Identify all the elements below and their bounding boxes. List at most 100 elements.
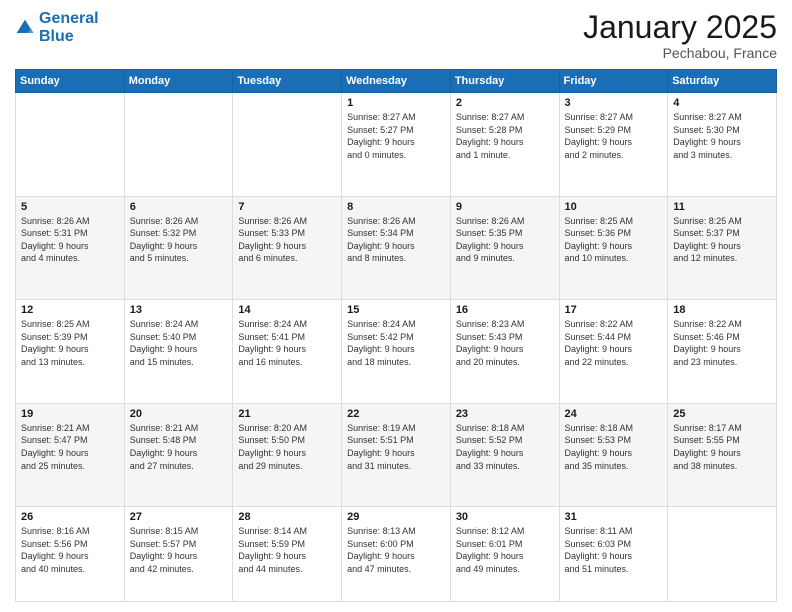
col-monday: Monday <box>124 70 233 93</box>
calendar-header-row: Sunday Monday Tuesday Wednesday Thursday… <box>16 70 777 93</box>
day-number: 26 <box>21 511 119 523</box>
day-cell: 2Sunrise: 8:27 AMSunset: 5:28 PMDaylight… <box>450 93 559 197</box>
day-number: 27 <box>130 511 228 523</box>
day-info: Sunrise: 8:11 AMSunset: 6:03 PMDaylight:… <box>565 525 663 575</box>
day-cell: 24 Sunrise: 8:18 AMSunset: 5:53 PMDayligh… <box>559 403 668 507</box>
day-cell: 28 Sunrise: 8:14 AMSunset: 5:59 PMDayligh… <box>233 507 342 602</box>
day-number: 17 <box>565 304 663 316</box>
day-number: 25 <box>673 408 771 420</box>
col-tuesday: Tuesday <box>233 70 342 93</box>
logo-blue: Blue <box>39 28 99 46</box>
day-number: 28 <box>238 511 336 523</box>
day-cell <box>668 507 777 602</box>
day-info: Sunrise: 8:20 AMSunset: 5:50 PMDaylight:… <box>238 422 336 472</box>
day-number: 19 <box>21 408 119 420</box>
day-number: 12 <box>21 304 119 316</box>
logo: General Blue <box>15 10 99 45</box>
day-info: Sunrise: 8:23 AMSunset: 5:43 PMDaylight:… <box>456 318 554 368</box>
day-info: Sunrise: 8:27 AMSunset: 5:27 PMDaylight:… <box>347 111 445 161</box>
col-wednesday: Wednesday <box>342 70 451 93</box>
day-info: Sunrise: 8:13 AMSunset: 6:00 PMDaylight:… <box>347 525 445 575</box>
day-info: Sunrise: 8:14 AMSunset: 5:59 PMDaylight:… <box>238 525 336 575</box>
day-info: Sunrise: 8:26 AMSunset: 5:32 PMDaylight:… <box>130 215 228 265</box>
day-cell: 20 Sunrise: 8:21 AMSunset: 5:48 PMDayligh… <box>124 403 233 507</box>
day-info: Sunrise: 8:17 AMSunset: 5:55 PMDaylight:… <box>673 422 771 472</box>
day-cell: 13 Sunrise: 8:24 AMSunset: 5:40 PMDayligh… <box>124 300 233 404</box>
day-cell: 19 Sunrise: 8:21 AMSunset: 5:47 PMDayligh… <box>16 403 125 507</box>
day-info: Sunrise: 8:18 AMSunset: 5:52 PMDaylight:… <box>456 422 554 472</box>
day-number: 14 <box>238 304 336 316</box>
day-cell: 26 Sunrise: 8:16 AMSunset: 5:56 PMDayligh… <box>16 507 125 602</box>
day-cell: 3 Sunrise: 8:27 AMSunset: 5:29 PMDaylight… <box>559 93 668 197</box>
day-number: 24 <box>565 408 663 420</box>
day-cell: 21 Sunrise: 8:20 AMSunset: 5:50 PMDayligh… <box>233 403 342 507</box>
day-number: 6 <box>130 201 228 213</box>
day-cell: 1Sunrise: 8:27 AMSunset: 5:27 PMDaylight… <box>342 93 451 197</box>
day-info: Sunrise: 8:18 AMSunset: 5:53 PMDaylight:… <box>565 422 663 472</box>
day-cell: 17 Sunrise: 8:22 AMSunset: 5:44 PMDayligh… <box>559 300 668 404</box>
logo-text: General Blue <box>39 10 99 45</box>
day-info: Sunrise: 8:24 AMSunset: 5:42 PMDaylight:… <box>347 318 445 368</box>
day-cell: 29Sunrise: 8:13 AMSunset: 6:00 PMDayligh… <box>342 507 451 602</box>
day-number: 15 <box>347 304 445 316</box>
week-row-3: 12 Sunrise: 8:25 AMSunset: 5:39 PMDayligh… <box>16 300 777 404</box>
logo-icon <box>15 18 35 38</box>
day-info: Sunrise: 8:26 AMSunset: 5:31 PMDaylight:… <box>21 215 119 265</box>
day-cell: 18Sunrise: 8:22 AMSunset: 5:46 PMDayligh… <box>668 300 777 404</box>
day-info: Sunrise: 8:24 AMSunset: 5:40 PMDaylight:… <box>130 318 228 368</box>
week-row-5: 26 Sunrise: 8:16 AMSunset: 5:56 PMDayligh… <box>16 507 777 602</box>
day-number: 3 <box>565 97 663 109</box>
day-info: Sunrise: 8:15 AMSunset: 5:57 PMDaylight:… <box>130 525 228 575</box>
day-info: Sunrise: 8:19 AMSunset: 5:51 PMDaylight:… <box>347 422 445 472</box>
day-cell: 25 Sunrise: 8:17 AMSunset: 5:55 PMDayligh… <box>668 403 777 507</box>
day-number: 20 <box>130 408 228 420</box>
day-number: 4 <box>673 97 771 109</box>
col-saturday: Saturday <box>668 70 777 93</box>
location: Pechabou, France <box>583 45 777 61</box>
day-number: 31 <box>565 511 663 523</box>
day-cell: 5 Sunrise: 8:26 AMSunset: 5:31 PMDaylight… <box>16 196 125 300</box>
day-info: Sunrise: 8:25 AMSunset: 5:37 PMDaylight:… <box>673 215 771 265</box>
day-info: Sunrise: 8:12 AMSunset: 6:01 PMDaylight:… <box>456 525 554 575</box>
day-info: Sunrise: 8:22 AMSunset: 5:44 PMDaylight:… <box>565 318 663 368</box>
day-info: Sunrise: 8:21 AMSunset: 5:47 PMDaylight:… <box>21 422 119 472</box>
day-cell: 9 Sunrise: 8:26 AMSunset: 5:35 PMDaylight… <box>450 196 559 300</box>
day-info: Sunrise: 8:22 AMSunset: 5:46 PMDaylight:… <box>673 318 771 368</box>
day-cell: 30 Sunrise: 8:12 AMSunset: 6:01 PMDayligh… <box>450 507 559 602</box>
day-cell: 8Sunrise: 8:26 AMSunset: 5:34 PMDaylight… <box>342 196 451 300</box>
week-row-4: 19 Sunrise: 8:21 AMSunset: 5:47 PMDayligh… <box>16 403 777 507</box>
col-sunday: Sunday <box>16 70 125 93</box>
day-info: Sunrise: 8:26 AMSunset: 5:33 PMDaylight:… <box>238 215 336 265</box>
day-number: 5 <box>21 201 119 213</box>
day-number: 16 <box>456 304 554 316</box>
day-number: 21 <box>238 408 336 420</box>
day-info: Sunrise: 8:27 AMSunset: 5:30 PMDaylight:… <box>673 111 771 161</box>
day-number: 7 <box>238 201 336 213</box>
day-info: Sunrise: 8:21 AMSunset: 5:48 PMDaylight:… <box>130 422 228 472</box>
day-number: 8 <box>347 201 445 213</box>
day-number: 30 <box>456 511 554 523</box>
day-info: Sunrise: 8:25 AMSunset: 5:36 PMDaylight:… <box>565 215 663 265</box>
day-info: Sunrise: 8:26 AMSunset: 5:35 PMDaylight:… <box>456 215 554 265</box>
day-info: Sunrise: 8:25 AMSunset: 5:39 PMDaylight:… <box>21 318 119 368</box>
day-info: Sunrise: 8:24 AMSunset: 5:41 PMDaylight:… <box>238 318 336 368</box>
day-number: 23 <box>456 408 554 420</box>
day-cell: 16 Sunrise: 8:23 AMSunset: 5:43 PMDayligh… <box>450 300 559 404</box>
day-number: 9 <box>456 201 554 213</box>
day-cell: 14 Sunrise: 8:24 AMSunset: 5:41 PMDayligh… <box>233 300 342 404</box>
day-cell: 10 Sunrise: 8:25 AMSunset: 5:36 PMDayligh… <box>559 196 668 300</box>
day-number: 22 <box>347 408 445 420</box>
day-info: Sunrise: 8:16 AMSunset: 5:56 PMDaylight:… <box>21 525 119 575</box>
day-number: 10 <box>565 201 663 213</box>
header: General Blue January 2025 Pechabou, Fran… <box>15 10 777 61</box>
day-info: Sunrise: 8:27 AMSunset: 5:29 PMDaylight:… <box>565 111 663 161</box>
day-cell <box>16 93 125 197</box>
day-cell: 4 Sunrise: 8:27 AMSunset: 5:30 PMDaylight… <box>668 93 777 197</box>
day-cell <box>124 93 233 197</box>
day-cell: 15 Sunrise: 8:24 AMSunset: 5:42 PMDayligh… <box>342 300 451 404</box>
day-number: 11 <box>673 201 771 213</box>
day-number: 13 <box>130 304 228 316</box>
day-cell: 31 Sunrise: 8:11 AMSunset: 6:03 PMDayligh… <box>559 507 668 602</box>
day-cell: 6 Sunrise: 8:26 AMSunset: 5:32 PMDaylight… <box>124 196 233 300</box>
page: General Blue January 2025 Pechabou, Fran… <box>0 0 792 612</box>
